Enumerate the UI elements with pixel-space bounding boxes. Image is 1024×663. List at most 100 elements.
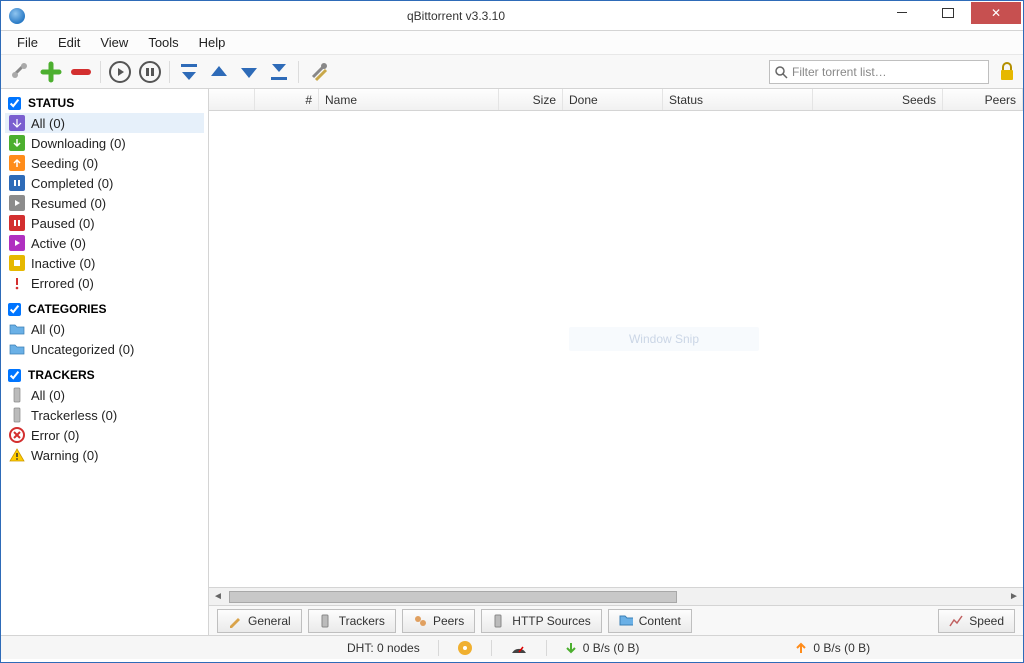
add-torrent-link-button[interactable] — [7, 58, 35, 86]
col-done[interactable]: Done — [563, 89, 663, 110]
completed-icon — [9, 175, 25, 191]
maximize-button[interactable] — [925, 2, 971, 24]
tab-http-sources[interactable]: HTTP Sources — [481, 609, 601, 633]
tab-speed[interactable]: Speed — [938, 609, 1015, 633]
preferences-button[interactable] — [304, 58, 332, 86]
tab-peers[interactable]: Peers — [402, 609, 475, 633]
app-window: qBittorrent v3.3.10 File Edit View Tools… — [0, 0, 1024, 663]
col-num[interactable]: # — [255, 89, 319, 110]
tracker-all-label: All (0) — [31, 388, 65, 403]
category-uncategorized-label: Uncategorized (0) — [31, 342, 134, 357]
active-icon — [9, 235, 25, 251]
tracker-error[interactable]: Error (0) — [5, 425, 204, 445]
tracker-all[interactable]: All (0) — [5, 385, 204, 405]
close-button[interactable] — [971, 2, 1021, 24]
pause-icon — [138, 60, 162, 84]
filter-seeding[interactable]: Seeding (0) — [5, 153, 204, 173]
scroll-thumb[interactable] — [229, 591, 677, 603]
move-up-button[interactable] — [205, 58, 233, 86]
tracker-trackerless[interactable]: Trackerless (0) — [5, 405, 204, 425]
folder-icon — [619, 614, 633, 628]
resumed-icon — [9, 195, 25, 211]
categories-group-header[interactable]: CATEGORIES — [5, 299, 204, 319]
watermark: Window Snip — [569, 327, 759, 351]
remove-torrent-button[interactable] — [67, 58, 95, 86]
category-uncategorized[interactable]: Uncategorized (0) — [5, 339, 204, 359]
minimize-button[interactable] — [879, 2, 925, 24]
trackers-group-header[interactable]: TRACKERS — [5, 365, 204, 385]
menu-view[interactable]: View — [90, 31, 138, 54]
category-all[interactable]: All (0) — [5, 319, 204, 339]
download-speed[interactable]: 0 B/s (0 B) — [565, 641, 640, 655]
folder-icon — [9, 341, 25, 357]
window-title: qBittorrent v3.3.10 — [33, 9, 879, 23]
tracker-warning-label: Warning (0) — [31, 448, 98, 463]
up-arrow-icon — [795, 642, 807, 654]
scroll-right-button[interactable]: ► — [1005, 589, 1023, 605]
menu-tools[interactable]: Tools — [138, 31, 188, 54]
status-toggle-checkbox[interactable] — [8, 97, 21, 110]
lock-button[interactable] — [997, 60, 1017, 84]
status-bar: DHT: 0 nodes 0 B/s (0 B) 0 B/s (0 B) — [1, 635, 1023, 659]
filter-paused-label: Paused (0) — [31, 216, 95, 231]
filter-resumed[interactable]: Resumed (0) — [5, 193, 204, 213]
move-top-button[interactable] — [175, 58, 203, 86]
scroll-left-button[interactable]: ◄ — [209, 589, 227, 605]
filter-downloading[interactable]: Downloading (0) — [5, 133, 204, 153]
upload-icon — [9, 155, 25, 171]
col-seeds[interactable]: Seeds — [813, 89, 943, 110]
filter-paused[interactable]: Paused (0) — [5, 213, 204, 233]
filter-errored-label: Errored (0) — [31, 276, 94, 291]
resume-button[interactable] — [106, 58, 134, 86]
col-peers[interactable]: Peers — [943, 89, 1023, 110]
app-icon — [9, 8, 25, 24]
filter-active[interactable]: Active (0) — [5, 233, 204, 253]
tab-trackers[interactable]: Trackers — [308, 609, 396, 633]
tab-content[interactable]: Content — [608, 609, 692, 633]
main-panel: # Name Size Done Status Seeds Peers Wind… — [209, 89, 1023, 635]
horizontal-scrollbar[interactable]: ◄ ► — [209, 587, 1023, 605]
filter-inactive[interactable]: Inactive (0) — [5, 253, 204, 273]
disk-status[interactable] — [457, 640, 473, 656]
speed-limit-button[interactable] — [510, 641, 528, 655]
col-status[interactable]: Status — [663, 89, 813, 110]
top-icon — [179, 62, 199, 82]
tracker-error-label: Error (0) — [31, 428, 79, 443]
trackers-toggle-checkbox[interactable] — [8, 369, 21, 382]
col-name[interactable]: Name — [319, 89, 499, 110]
upload-speed[interactable]: 0 B/s (0 B) — [795, 641, 870, 655]
toolbar-separator — [100, 61, 101, 83]
pause-button[interactable] — [136, 58, 164, 86]
col-size[interactable]: Size — [499, 89, 563, 110]
categories-toggle-checkbox[interactable] — [8, 303, 21, 316]
server-icon — [9, 407, 25, 423]
error-circle-icon — [9, 427, 25, 443]
tab-general[interactable]: General — [217, 609, 302, 633]
scroll-track[interactable] — [679, 591, 1005, 603]
add-torrent-file-button[interactable] — [37, 58, 65, 86]
filter-search[interactable] — [769, 60, 989, 84]
move-bottom-button[interactable] — [265, 58, 293, 86]
peers-icon — [413, 614, 427, 628]
plus-icon — [40, 61, 62, 83]
tracker-warning[interactable]: Warning (0) — [5, 445, 204, 465]
menu-edit[interactable]: Edit — [48, 31, 90, 54]
filter-seeding-label: Seeding (0) — [31, 156, 98, 171]
status-header-label: STATUS — [28, 96, 74, 110]
filter-errored[interactable]: Errored (0) — [5, 273, 204, 293]
filter-inactive-label: Inactive (0) — [31, 256, 95, 271]
dht-status[interactable]: DHT: 0 nodes — [347, 641, 420, 655]
filter-all[interactable]: All (0) — [5, 113, 204, 133]
title-bar: qBittorrent v3.3.10 — [1, 1, 1023, 31]
menu-file[interactable]: File — [7, 31, 48, 54]
filter-input[interactable] — [792, 65, 984, 79]
menu-help[interactable]: Help — [189, 31, 236, 54]
filter-completed[interactable]: Completed (0) — [5, 173, 204, 193]
paused-icon — [9, 215, 25, 231]
categories-header-label: CATEGORIES — [28, 302, 106, 316]
status-group-header[interactable]: STATUS — [5, 93, 204, 113]
filter-completed-label: Completed (0) — [31, 176, 113, 191]
category-all-label: All (0) — [31, 322, 65, 337]
move-down-button[interactable] — [235, 58, 263, 86]
filter-resumed-label: Resumed (0) — [31, 196, 106, 211]
